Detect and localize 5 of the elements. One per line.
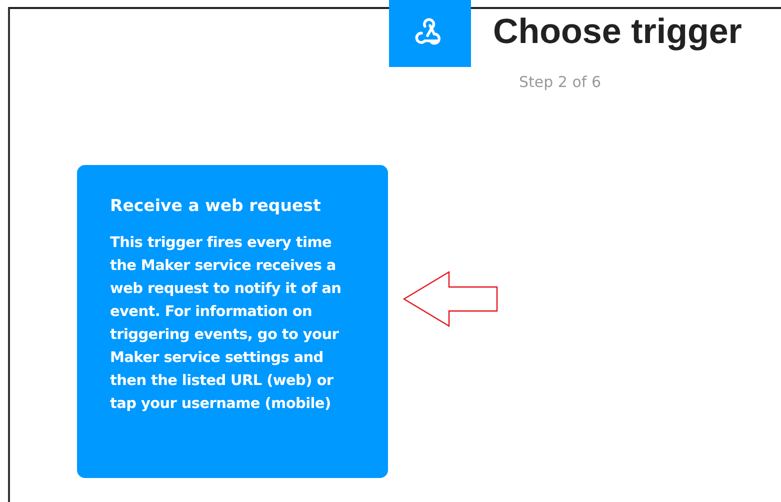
card-description: This trigger fires every time the Maker service receives a web request to notify it of an event. For information on triggering events, go to your Maker service settings and then the listed URL (web) or tap your username (mobile) (110, 234, 342, 414)
page-title: Choose trigger (493, 12, 742, 52)
trigger-card[interactable] (77, 165, 388, 478)
card-title: Receive a web request (110, 196, 322, 216)
step-indicator: Step 2 of 6 (519, 73, 602, 91)
